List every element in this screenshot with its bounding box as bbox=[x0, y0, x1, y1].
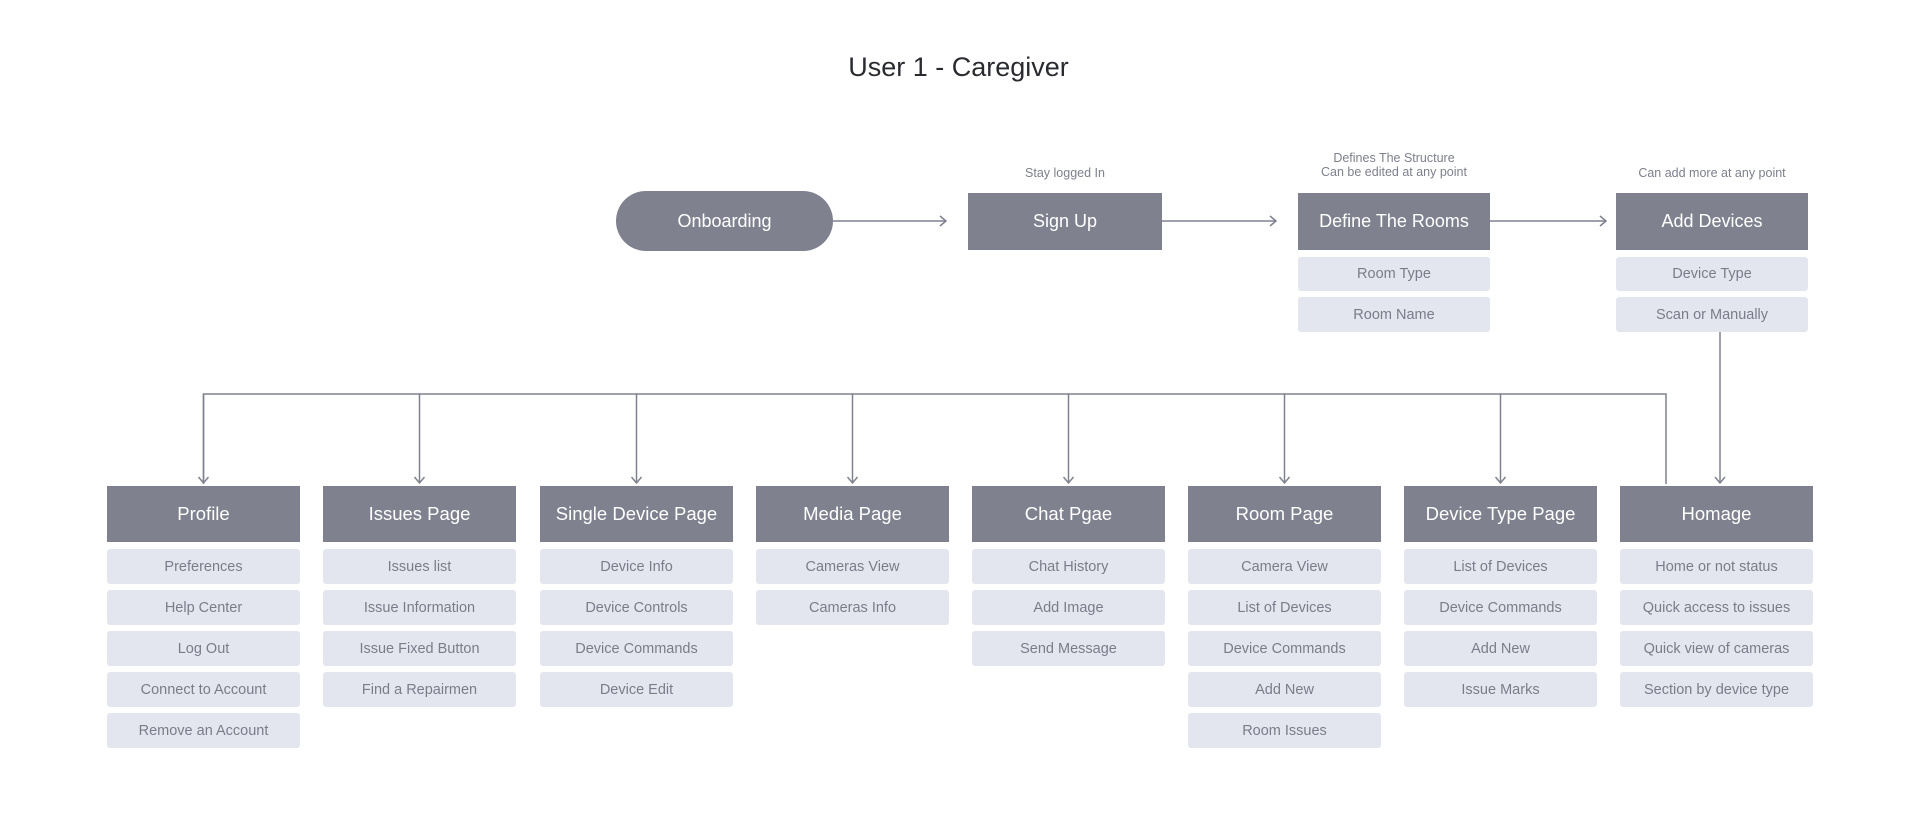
page-card-title: Single Device Page bbox=[555, 503, 718, 524]
page-card-item: Help Center bbox=[107, 590, 300, 625]
rooms-note: Defines The Structure Can be edited at a… bbox=[1298, 151, 1490, 179]
page-card-title: Media Page bbox=[803, 503, 902, 524]
page-card-item: Device Info bbox=[540, 549, 733, 584]
page-card-item: List of Devices bbox=[1188, 590, 1381, 625]
onboarding-label: Onboarding bbox=[677, 210, 772, 231]
page-card-title: Homage bbox=[1681, 503, 1752, 524]
rooms-item: Room Name bbox=[1298, 297, 1490, 332]
bus-line bbox=[202, 393, 1667, 484]
page-card-item: Quick access to issues bbox=[1620, 590, 1813, 625]
page-card-title: Room Page bbox=[1235, 503, 1334, 524]
devices-item: Device Type bbox=[1616, 257, 1808, 291]
page-card-item: Cameras View bbox=[756, 549, 949, 584]
page-card-item: Quick view of cameras bbox=[1620, 631, 1813, 666]
page-card-header: Room Page bbox=[1188, 486, 1381, 542]
page-card-item: Chat History bbox=[972, 549, 1165, 584]
page-card-title: Profile bbox=[177, 503, 230, 524]
devices-item: Scan or Manually bbox=[1616, 297, 1808, 332]
page-card-header: Single Device Page bbox=[540, 486, 733, 542]
page-card-item: Remove an Account bbox=[107, 713, 300, 748]
page-card-item: Issue Information bbox=[323, 590, 516, 625]
add-devices-node: Add Devices bbox=[1616, 193, 1808, 250]
devices-note: Can add more at any point bbox=[1638, 166, 1786, 180]
signup-label: Sign Up bbox=[1032, 211, 1098, 231]
page-card-item: Device Edit bbox=[540, 672, 733, 707]
rooms-note-line2: Can be edited at any point bbox=[1321, 165, 1467, 179]
page-card-item: Find a Repairmen bbox=[323, 672, 516, 707]
diagram-title: User 1 - Caregiver bbox=[848, 52, 1069, 82]
page-card-item: Device Commands bbox=[540, 631, 733, 666]
page-card-item: Camera View bbox=[1188, 549, 1381, 584]
signup-node: Sign Up bbox=[968, 193, 1162, 250]
page-card-item: Send Message bbox=[972, 631, 1165, 666]
page-card-item: Issues list bbox=[323, 549, 516, 584]
page-card-item: Connect to Account bbox=[107, 672, 300, 707]
page-card-item: Home or not status bbox=[1620, 549, 1813, 584]
page-card-item: List of Devices bbox=[1404, 549, 1597, 584]
page-card-header: Homage bbox=[1620, 486, 1813, 542]
rooms-note-line1: Defines The Structure bbox=[1333, 151, 1455, 165]
page-card-item: Log Out bbox=[107, 631, 300, 666]
page-card-item: Device Commands bbox=[1404, 590, 1597, 625]
define-rooms-node: Define The Rooms bbox=[1298, 193, 1490, 250]
page-card-item: Issue Marks bbox=[1404, 672, 1597, 707]
signup-note: Stay logged In bbox=[1025, 166, 1105, 180]
add-devices-label: Add Devices bbox=[1661, 211, 1763, 231]
page-card-item: Cameras Info bbox=[756, 590, 949, 625]
page-card-header: Profile bbox=[107, 486, 300, 542]
page-card-item: Device Commands bbox=[1188, 631, 1381, 666]
page-card-title: Issues Page bbox=[368, 503, 471, 524]
page-card-header: Device Type Page bbox=[1404, 486, 1597, 542]
page-card-header: Chat Pgae bbox=[972, 486, 1165, 542]
page-card-header: Issues Page bbox=[323, 486, 516, 542]
page-card-item: Preferences bbox=[107, 549, 300, 584]
page-card-item: Section by device type bbox=[1620, 672, 1813, 707]
page-card-item: Issue Fixed Button bbox=[323, 631, 516, 666]
rooms-item: Room Type bbox=[1298, 257, 1490, 291]
page-card-item: Add Image bbox=[972, 590, 1165, 625]
page-card-item: Add New bbox=[1404, 631, 1597, 666]
onboarding-node: Onboarding bbox=[616, 191, 833, 251]
page-card-title: Chat Pgae bbox=[1024, 503, 1113, 524]
define-rooms-label: Define The Rooms bbox=[1319, 211, 1469, 231]
page-card-header: Media Page bbox=[756, 486, 949, 542]
page-card-item: Add New bbox=[1188, 672, 1381, 707]
page-card-title: Device Type Page bbox=[1425, 503, 1576, 524]
page-card-item: Room Issues bbox=[1188, 713, 1381, 748]
page-card-item: Device Controls bbox=[540, 590, 733, 625]
